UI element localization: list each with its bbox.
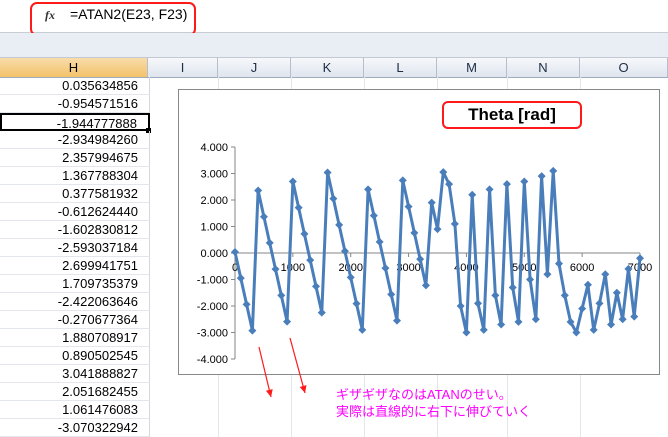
data-point: [329, 194, 338, 203]
data-point: [543, 270, 552, 279]
data-point: [283, 317, 292, 326]
data-point: [381, 264, 390, 273]
line-chart: 4.000 3.000 2.000 1.000 0.000 -1.000 -2.000 -3.…: [197, 142, 652, 398]
annotation-text: ギザギザなのはATANのせい。 実際は直線的に右下に伸びていく: [336, 386, 531, 420]
data-point: [595, 299, 604, 308]
data-point: [254, 186, 263, 195]
data-point: [393, 316, 401, 325]
data-point: [398, 176, 407, 185]
y-tick-label: 3.000: [200, 169, 228, 181]
data-point: [312, 282, 320, 291]
data-point: [346, 273, 355, 282]
data-point: [248, 326, 257, 335]
data-point: [601, 270, 610, 279]
data-point: [514, 317, 523, 326]
x-tick-label: 6000: [570, 262, 594, 274]
data-point: [497, 320, 506, 329]
data-point: [537, 172, 546, 181]
data-point: [450, 219, 459, 228]
data-point: [589, 325, 598, 334]
y-tick-label: -2.000: [197, 301, 228, 313]
data-point: [479, 325, 488, 334]
data-point: [317, 308, 326, 317]
data-point: [306, 256, 315, 265]
x-tick-label: 5000: [512, 262, 536, 274]
data-point: [531, 315, 540, 324]
annotation-line-1: ギザギザなのはATANのせい。: [336, 387, 512, 402]
data-point: [387, 290, 396, 299]
data-point: [560, 291, 569, 300]
data-point: [468, 190, 477, 199]
red-arrow-1-head: [265, 389, 273, 397]
data-point: [231, 247, 239, 256]
data-point: [433, 225, 442, 234]
y-tick-label: -1.000: [197, 275, 228, 287]
data-point: [242, 300, 251, 309]
y-tick-label: 4.000: [200, 142, 228, 154]
data-point: [630, 312, 639, 321]
red-arrow-1: [258, 346, 272, 398]
data-point: [491, 291, 500, 300]
data-point: [323, 168, 332, 177]
annotation-line-2: 実際は直線的に右下に伸びていく: [336, 404, 532, 419]
data-point: [364, 185, 373, 194]
data-point: [555, 259, 563, 268]
data-point: [294, 203, 303, 212]
data-point: [508, 283, 517, 292]
chart-title: Theta [rad]: [468, 105, 556, 124]
data-point: [265, 238, 274, 247]
y-tick-label: 1.000: [200, 222, 228, 234]
data-point: [456, 302, 465, 310]
data-point: [236, 274, 245, 283]
data-point: [526, 275, 535, 284]
data-point: [462, 328, 471, 337]
data-point: [607, 320, 616, 329]
data-point: [421, 281, 430, 290]
y-tick-label: 0.000: [200, 248, 228, 260]
data-point: [352, 299, 361, 308]
y-tick-label: -3.000: [197, 328, 228, 340]
data-point: [549, 166, 558, 175]
data-point: [404, 202, 413, 211]
data-point: [259, 212, 268, 221]
data-point: [271, 265, 280, 274]
data-point: [474, 299, 482, 308]
y-tick-label: 2.000: [200, 195, 228, 207]
data-point: [427, 198, 436, 207]
data-point: [502, 180, 511, 189]
data-point: [375, 237, 384, 246]
data-point: [335, 220, 344, 229]
data-point: [340, 247, 349, 256]
data-point: [578, 304, 587, 313]
red-arrow-2: [289, 337, 306, 394]
data-point: [612, 288, 621, 297]
data-point: [369, 211, 378, 220]
y-tick-label: -4.000: [197, 354, 228, 366]
data-point: [358, 325, 367, 334]
data-point: [520, 177, 529, 186]
data-point: [410, 228, 419, 237]
red-arrow-2-head: [299, 385, 307, 393]
data-point: [583, 280, 592, 289]
data-point: [300, 229, 309, 238]
data-point: [485, 185, 494, 194]
data-point: [288, 177, 297, 186]
x-tick-label: 1000: [281, 262, 305, 274]
data-point: [618, 315, 627, 324]
data-point: [277, 291, 286, 300]
